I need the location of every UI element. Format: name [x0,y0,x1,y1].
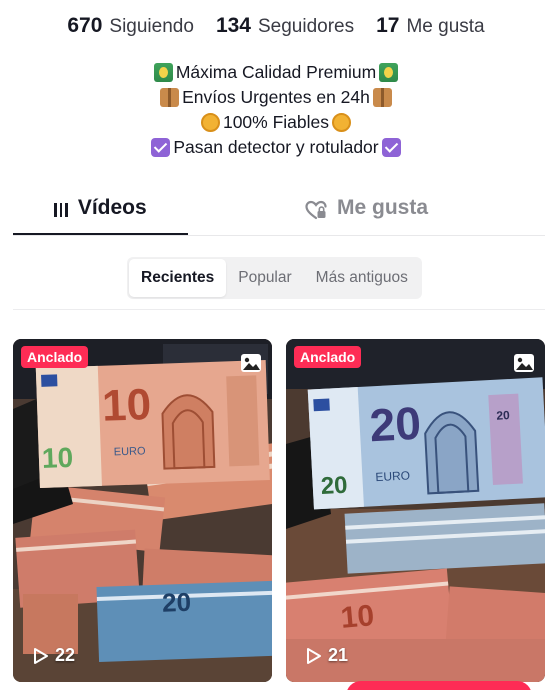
likes-label: Me gusta [406,16,485,37]
tab-likes[interactable]: Me gusta [188,190,545,235]
svg-text:10: 10 [41,442,73,474]
followers-stat[interactable]: 134 Seguidores [216,14,354,38]
view-count: 21 [306,645,348,666]
svg-text:EURO: EURO [114,445,147,458]
check-box-icon [381,138,401,157]
view-count-value: 21 [328,645,349,665]
tab-likes-label: Me gusta [336,196,428,219]
svg-text:20: 20 [496,408,510,423]
tab-videos-label: Vídeos [77,196,147,219]
svg-text:20: 20 [162,587,192,618]
coin-icon [200,113,220,132]
floating-action-button[interactable] [346,681,532,690]
photo-carousel-icon [241,354,261,372]
bio-line: 100% Fiables [0,110,552,135]
svg-text:EURO: EURO [375,468,410,484]
svg-text:20: 20 [368,397,422,452]
bio-line: Máxima Calidad Premium [0,60,552,85]
video-thumbnail: 10 20 20 EURO 20 [286,339,545,682]
following-stat[interactable]: 670 Siguiendo [67,14,194,38]
content-tabs: Vídeos Me gusta [13,190,545,236]
followers-label: Seguidores [257,16,355,37]
money-bag-icon [153,63,173,82]
filter-recent[interactable]: Recientes [129,259,227,297]
filter-oldest[interactable]: Más antiguos [304,259,420,297]
bio-line: Pasan detector y rotulador [0,135,552,160]
bio-text: Pasan detector y rotulador [173,137,379,157]
pinned-badge: Anclado [21,346,89,368]
heart-lock-icon [305,200,327,220]
tab-videos[interactable]: Vídeos [13,190,188,235]
following-count: 670 [67,14,103,37]
package-icon [160,88,180,107]
likes-stat: 17 Me gusta [376,14,485,38]
followers-count: 134 [215,14,251,37]
check-box-icon [151,138,171,157]
filter-popular[interactable]: Popular [226,259,303,297]
bio-text: Envíos Urgentes en 24h [182,87,370,107]
bio-line: Envíos Urgentes en 24h [0,85,552,110]
following-label: Siguiendo [109,16,194,37]
video-card[interactable]: 20 10 10 EURO Anclado 22 [13,339,272,682]
video-thumbnail: 20 10 10 EURO [13,339,272,682]
bio-text: 100% Fiables [222,112,330,132]
svg-text:20: 20 [320,472,348,500]
svg-text:10: 10 [339,599,375,635]
sort-filter-group: Recientes Popular Más antiguos [127,257,422,299]
bio-text: Máxima Calidad Premium [175,62,377,82]
svg-text:10: 10 [101,380,152,431]
play-icon [34,647,48,664]
view-count: 22 [33,645,75,666]
play-icon [307,647,321,664]
video-card[interactable]: 10 20 20 EURO 20 Anclado 21 [286,339,545,682]
profile-stats: 670 Siguiendo 134 Seguidores 17 Me gusta [0,14,552,38]
package-icon [372,88,392,107]
photo-carousel-icon [514,354,534,372]
view-count-value: 22 [55,645,76,665]
divider [13,309,545,310]
likes-count: 17 [376,14,400,37]
profile-bio: Máxima Calidad Premium Envíos Urgentes e… [0,60,552,160]
video-grid-icon [54,199,68,217]
pinned-badge: Anclado [294,346,362,368]
coin-icon [332,113,352,132]
money-bag-icon [379,63,399,82]
